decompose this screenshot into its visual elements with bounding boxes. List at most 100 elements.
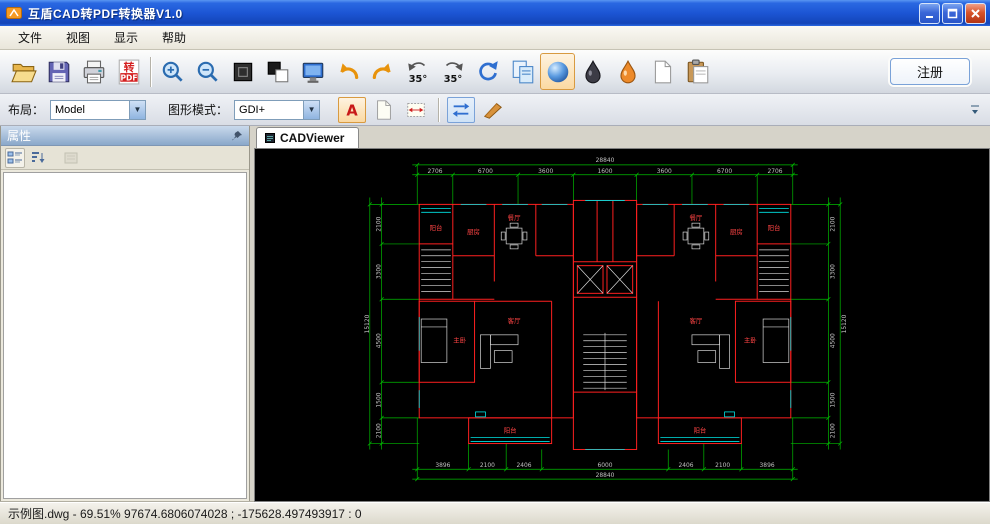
zoom-out-button[interactable] [190, 53, 225, 90]
svg-text:2100: 2100 [480, 463, 495, 469]
svg-text:35°: 35° [443, 73, 462, 84]
chevron-down-icon: ▼ [303, 101, 319, 119]
layout-select[interactable]: Model ▼ [50, 100, 146, 120]
svg-text:餐厅: 餐厅 [508, 213, 521, 222]
undo-button[interactable] [330, 53, 365, 90]
svg-text:2100: 2100 [830, 216, 836, 231]
status-text: 示例图.dwg - 69.51% 97674.6806074028 ; -175… [8, 505, 362, 522]
convert-pdf-icon: 转PDF [116, 59, 142, 85]
cad-canvas[interactable]: 28840 2706 6700 3600 1600 3600 6700 2706… [254, 148, 990, 502]
swap-colors-button[interactable] [447, 97, 475, 123]
close-button[interactable] [965, 3, 986, 24]
minimize-button[interactable] [919, 3, 940, 24]
blank-page-icon [650, 59, 676, 85]
grayscale-button[interactable] [575, 53, 610, 90]
text-style-button[interactable]: A [338, 97, 366, 123]
cadviewer-tab[interactable]: CADViewer [256, 127, 359, 148]
render-quality-button[interactable] [540, 53, 575, 90]
tab-label: CADViewer [280, 131, 344, 145]
categorize-icon [7, 150, 23, 166]
maximize-button[interactable] [942, 3, 963, 24]
sort-az-button[interactable] [28, 148, 48, 168]
toolbar-overflow-button[interactable] [968, 96, 982, 124]
svg-text:阳台: 阳台 [768, 223, 781, 232]
room-labels: 阳台 厨房 餐厅 客厅 主卧 阳台 阳台 厨房 餐厅 客厅 主卧 阳台 [430, 213, 781, 434]
orange-droplet-icon [615, 59, 641, 85]
full-screen-button[interactable] [295, 53, 330, 90]
redo-icon [370, 59, 396, 85]
register-button[interactable]: 注册 [890, 58, 970, 85]
tab-row: CADViewer [254, 126, 990, 148]
monitor-icon [300, 59, 326, 85]
chevron-down-icon: ▼ [129, 101, 145, 119]
open-folder-icon [11, 59, 37, 85]
lineweight-button[interactable] [479, 97, 507, 123]
rotate-left-button[interactable]: 35° [400, 53, 435, 90]
svg-text:2706: 2706 [428, 169, 443, 175]
main-toolbar: 转PDF 35° 35° [0, 50, 990, 94]
extra-tool-button [61, 148, 81, 168]
svg-text:A: A [346, 102, 358, 119]
overflow-chevron-icon [970, 104, 980, 116]
convert-pdf-button[interactable]: 转PDF [111, 53, 146, 90]
menu-item-view[interactable]: 视图 [54, 26, 102, 49]
svg-text:PDF: PDF [120, 73, 137, 82]
svg-text:4500: 4500 [830, 333, 836, 348]
save-button[interactable] [41, 53, 76, 90]
zoom-in-button[interactable] [155, 53, 190, 90]
zoom-in-icon [160, 59, 186, 85]
mode-label: 图形模式： [168, 101, 228, 118]
refresh-button[interactable] [470, 53, 505, 90]
svg-text:4500: 4500 [377, 333, 383, 348]
background-toggle-button[interactable] [260, 53, 295, 90]
menu-item-file[interactable]: 文件 [6, 26, 54, 49]
rotate-right-icon: 35° [440, 59, 466, 85]
open-button[interactable] [6, 53, 41, 90]
print-button[interactable] [76, 53, 111, 90]
svg-text:6700: 6700 [478, 169, 493, 175]
color-mode-button[interactable] [610, 53, 645, 90]
drawing-tab-icon [265, 133, 275, 143]
save-floppy-icon [46, 59, 72, 85]
svg-text:6000: 6000 [597, 463, 612, 469]
svg-text:厨房: 厨房 [730, 227, 743, 236]
options-toolbar: 布局： Model ▼ 图形模式： GDI+ ▼ A [0, 94, 990, 126]
svg-text:2100: 2100 [830, 423, 836, 438]
dark-droplet-icon [580, 59, 606, 85]
extents-icon [230, 59, 256, 85]
svg-text:主卧: 主卧 [453, 336, 466, 345]
svg-text:2100: 2100 [715, 463, 730, 469]
clipboard-icon [685, 59, 711, 85]
disabled-tool-icon [63, 150, 79, 166]
redo-button[interactable] [365, 53, 400, 90]
pin-button[interactable] [231, 130, 243, 142]
page-background-button[interactable] [370, 97, 398, 123]
titlebar[interactable]: 互盾CAD转PDF转换器V1.0 [0, 0, 990, 26]
dimension-display-button[interactable] [402, 97, 430, 123]
sort-az-icon [30, 150, 46, 166]
svg-text:28840: 28840 [596, 473, 615, 479]
cad-floorplan: 28840 2706 6700 3600 1600 3600 6700 2706… [355, 153, 855, 489]
mode-select[interactable]: GDI+ ▼ [234, 100, 320, 120]
swap-arrows-icon [450, 99, 472, 121]
menu-item-help[interactable]: 帮助 [150, 26, 198, 49]
svg-text:2406: 2406 [679, 463, 694, 469]
copy-button[interactable] [505, 53, 540, 90]
svg-text:客厅: 客厅 [690, 316, 703, 325]
menu-item-display[interactable]: 显示 [102, 26, 150, 49]
svg-text:厨房: 厨房 [467, 227, 480, 236]
svg-text:28840: 28840 [596, 158, 615, 164]
svg-text:2100: 2100 [377, 423, 383, 438]
rotate-right-button[interactable]: 35° [435, 53, 470, 90]
svg-text:转: 转 [123, 59, 134, 73]
paste-button[interactable] [680, 53, 715, 90]
undo-icon [335, 59, 361, 85]
svg-text:15120: 15120 [842, 314, 848, 333]
svg-text:阳台: 阳台 [693, 426, 706, 435]
pin-icon [231, 130, 243, 142]
categorize-button[interactable] [5, 148, 25, 168]
zoom-extents-button[interactable] [225, 53, 260, 90]
dimension-text: 28840 2706 6700 3600 1600 3600 6700 2706… [365, 158, 848, 479]
properties-list[interactable] [3, 172, 247, 499]
white-background-button[interactable] [645, 53, 680, 90]
